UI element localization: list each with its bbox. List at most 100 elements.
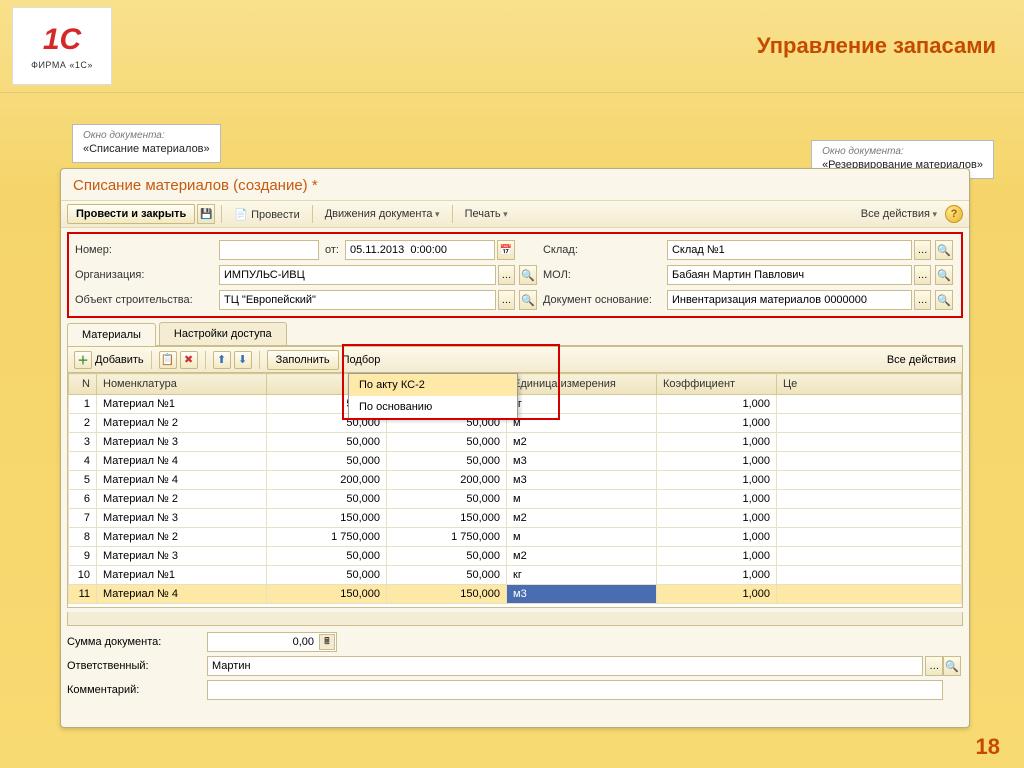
cell-q2: 150,000 <box>387 585 507 604</box>
warehouse-search-button[interactable]: 🔍 <box>935 240 953 260</box>
table-row[interactable]: 3Материал № 350,00050,000м21,000 <box>69 433 962 452</box>
table-row[interactable]: 8Материал № 21 750,0001 750,000м1,000 <box>69 528 962 547</box>
move-up-button[interactable]: ⬆ <box>213 351 231 369</box>
org-select-button[interactable]: … <box>498 265 515 285</box>
post-button[interactable]: 📄 Провести <box>228 206 305 223</box>
cell-nom: Материал № 3 <box>97 509 267 528</box>
footer-block: Сумма документа: 🖩 Ответственный: … 🔍 Ко… <box>67 632 963 700</box>
warehouse-select-button[interactable]: … <box>914 240 931 260</box>
fill-button[interactable]: Заполнить <box>267 350 339 370</box>
org-input[interactable] <box>219 265 496 285</box>
cell-price <box>777 414 962 433</box>
table-row[interactable]: 6Материал № 250,00050,000м1,000 <box>69 490 962 509</box>
warehouse-input[interactable] <box>667 240 912 260</box>
cell-n: 8 <box>69 528 97 547</box>
table-toolbar: ＋ Добавить 📋 ✖ ⬆ ⬇ Заполнить Подбор Все … <box>67 346 963 372</box>
resp-search-button[interactable]: 🔍 <box>943 656 961 676</box>
cell-coef: 1,000 <box>657 471 777 490</box>
col-coef[interactable]: Коэффициент <box>657 374 777 395</box>
cell-unit: м3 <box>507 471 657 490</box>
cell-q1: 50,000 <box>267 547 387 566</box>
table-row[interactable]: 9Материал № 350,00050,000м21,000 <box>69 547 962 566</box>
grid-scrollbar[interactable] <box>67 612 963 626</box>
cell-q1: 50,000 <box>267 452 387 471</box>
obj-input[interactable] <box>219 290 496 310</box>
resp-input[interactable] <box>207 656 923 676</box>
col-price[interactable]: Це <box>777 374 962 395</box>
mol-select-button[interactable]: … <box>914 265 931 285</box>
obj-select-button[interactable]: … <box>498 290 515 310</box>
table-row[interactable]: 11Материал № 4150,000150,000м31,000 <box>69 585 962 604</box>
cell-nom: Материал №1 <box>97 566 267 585</box>
movements-button[interactable]: Движения документа <box>319 206 446 222</box>
help-button[interactable]: ? <box>945 205 963 223</box>
basis-select-button[interactable]: … <box>914 290 931 310</box>
cell-unit: кг <box>507 566 657 585</box>
col-n[interactable]: N <box>69 374 97 395</box>
cell-nom: Материал № 2 <box>97 490 267 509</box>
basis-search-button[interactable]: 🔍 <box>935 290 953 310</box>
resp-select-button[interactable]: … <box>925 656 943 676</box>
date-input[interactable] <box>345 240 495 260</box>
number-label: Номер: <box>75 244 215 256</box>
post-and-close-button[interactable]: Провести и закрыть <box>67 204 195 224</box>
basis-label: Документ основание: <box>543 294 663 306</box>
cell-q2: 200,000 <box>387 471 507 490</box>
print-button[interactable]: Печать <box>459 206 514 222</box>
cell-price <box>777 471 962 490</box>
cell-nom: Материал № 4 <box>97 452 267 471</box>
move-down-button[interactable]: ⬇ <box>234 351 252 369</box>
calendar-button[interactable]: 📅 <box>497 240 515 260</box>
document-window: Списание материалов (создание) * Провест… <box>60 168 970 728</box>
callout-left: Окно документа: «Списание материалов» <box>72 124 221 163</box>
col-nom[interactable]: Номенклатура <box>97 374 267 395</box>
table-row[interactable]: 4Материал № 450,00050,000м31,000 <box>69 452 962 471</box>
save-icon: 💾 <box>200 209 212 220</box>
delete-row-button[interactable]: ✖ <box>180 351 198 369</box>
cell-q2: 50,000 <box>387 566 507 585</box>
add-row-label[interactable]: Добавить <box>95 354 144 366</box>
callout-right-label: Окно документа: <box>822 145 983 158</box>
cell-coef: 1,000 <box>657 509 777 528</box>
sum-input[interactable] <box>207 632 337 652</box>
comment-input[interactable] <box>207 680 943 700</box>
table-row[interactable]: 7Материал № 3150,000150,000м21,000 <box>69 509 962 528</box>
basis-input[interactable] <box>667 290 912 310</box>
cell-q1: 150,000 <box>267 585 387 604</box>
save-button[interactable]: 💾 <box>197 204 215 224</box>
add-row-button[interactable]: ＋ <box>74 351 92 369</box>
slide-title: Управление запасами <box>757 33 996 59</box>
cell-q1: 1 750,000 <box>267 528 387 547</box>
cell-n: 6 <box>69 490 97 509</box>
cell-coef: 1,000 <box>657 452 777 471</box>
obj-search-button[interactable]: 🔍 <box>519 290 537 310</box>
mol-input[interactable] <box>667 265 912 285</box>
mol-label: МОЛ: <box>543 269 663 281</box>
logo-mark: 1C <box>43 23 81 57</box>
post-label: Провести <box>251 209 300 221</box>
col-unit[interactable]: Единица измерения <box>507 374 657 395</box>
cell-price <box>777 547 962 566</box>
all-actions-button[interactable]: Все действия <box>855 206 943 222</box>
main-toolbar: Провести и закрыть 💾 📄 Провести Движения… <box>61 200 969 228</box>
tab-access[interactable]: Настройки доступа <box>159 322 287 345</box>
org-search-button[interactable]: 🔍 <box>519 265 537 285</box>
table-row[interactable]: 5Материал № 4200,000200,000м31,000 <box>69 471 962 490</box>
fill-menu-item-basis[interactable]: По основанию <box>349 396 517 418</box>
cell-n: 9 <box>69 547 97 566</box>
number-input[interactable] <box>219 240 319 260</box>
copy-row-button[interactable]: 📋 <box>159 351 177 369</box>
fill-menu-item-ks2[interactable]: По акту КС-2 <box>349 374 517 396</box>
toolbar-sep <box>221 205 222 223</box>
table-row[interactable]: 10Материал №150,00050,000кг1,000 <box>69 566 962 585</box>
calculator-button[interactable]: 🖩 <box>319 634 335 650</box>
tab-materials[interactable]: Материалы <box>67 323 156 346</box>
cell-q1: 50,000 <box>267 433 387 452</box>
mol-search-button[interactable]: 🔍 <box>935 265 953 285</box>
obj-label: Объект строительства: <box>75 294 215 306</box>
cell-q2: 1 750,000 <box>387 528 507 547</box>
pick-button[interactable]: Подбор <box>342 354 381 366</box>
toolbar-sep <box>312 205 313 223</box>
post-icon: 📄 <box>234 208 248 221</box>
table-all-actions-button[interactable]: Все действия <box>887 354 956 366</box>
